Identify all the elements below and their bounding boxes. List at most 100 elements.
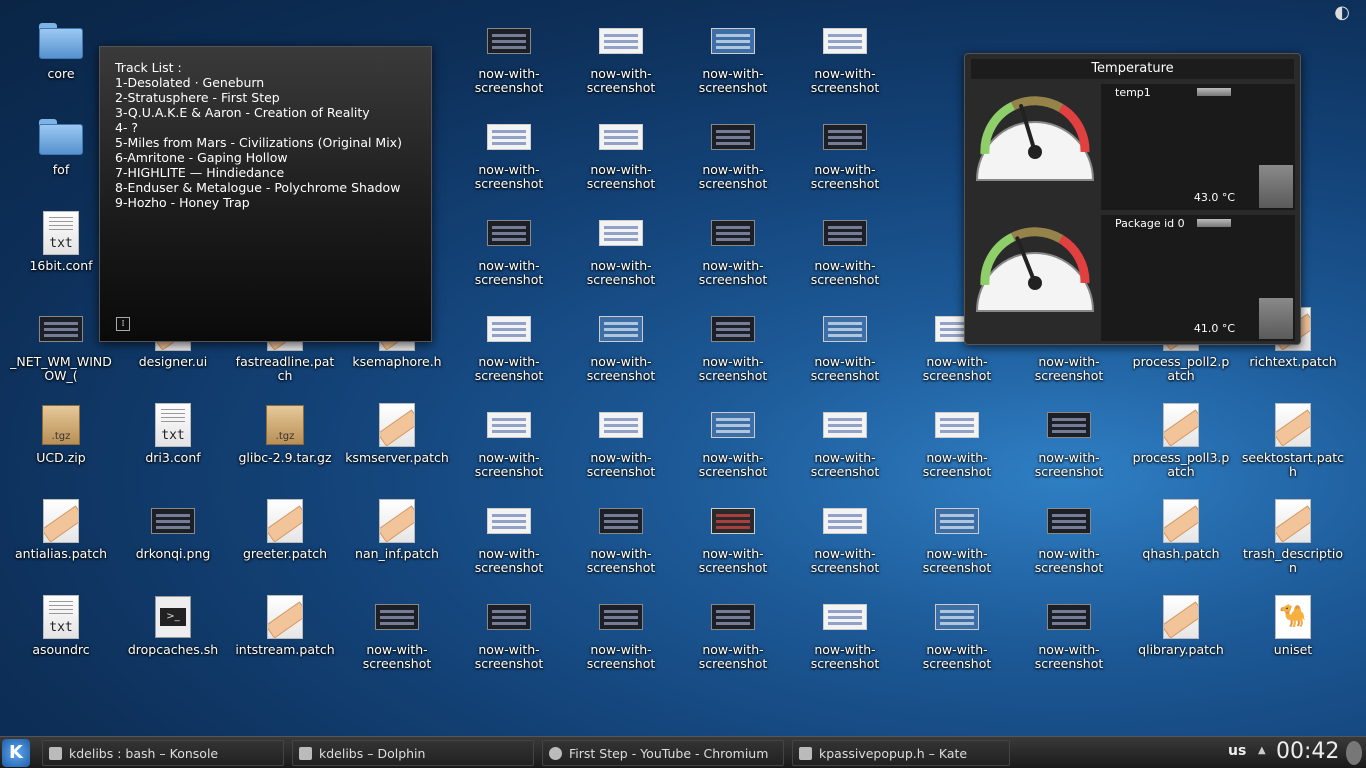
desktop-icon[interactable]: .tgz glibc-2.9.tar.gz bbox=[229, 391, 341, 487]
desktop-icon-label: now-with-screenshot bbox=[810, 66, 880, 95]
desktop-icon[interactable]: process_poll3.patch bbox=[1125, 391, 1237, 487]
screenshot-thumbnail-icon bbox=[823, 499, 867, 543]
sensor-value: 43.0 °C bbox=[1193, 191, 1235, 204]
desktop-icon[interactable]: now-with-screenshot bbox=[453, 391, 565, 487]
desktop-icon[interactable]: now-with-screenshot bbox=[901, 391, 1013, 487]
screenshot-thumbnail-icon bbox=[375, 595, 419, 639]
desktop-icon[interactable]: now-with-screenshot bbox=[565, 487, 677, 583]
screenshot-thumbnail-icon bbox=[599, 19, 643, 63]
kde-logo-icon[interactable]: K bbox=[2, 739, 30, 767]
desktop-icon-label: UCD.zip bbox=[36, 450, 86, 465]
patch-file-icon bbox=[1271, 499, 1315, 543]
desktop-icon-label: now-with-screenshot bbox=[698, 354, 768, 383]
desktop-icon-label: now-with-screenshot bbox=[474, 450, 544, 479]
patch-file-icon bbox=[1159, 499, 1203, 543]
desktop-icon-label: qlibrary.patch bbox=[1138, 642, 1224, 657]
desktop-icon[interactable]: intstream.patch bbox=[229, 583, 341, 679]
desktop-icon[interactable]: qhash.patch bbox=[1125, 487, 1237, 583]
screenshot-thumbnail-icon bbox=[711, 595, 755, 639]
desktop-icon[interactable]: now-with-screenshot bbox=[453, 295, 565, 391]
desktop-icon[interactable]: now-with-screenshot bbox=[789, 391, 901, 487]
desktop-icon[interactable]: .tgz UCD.zip bbox=[5, 391, 117, 487]
desktop-icon[interactable]: drkonqi.png bbox=[117, 487, 229, 583]
desktop-icon-label: fastreadline.patch bbox=[235, 354, 335, 383]
desktop-icon[interactable]: 🐪 uniset bbox=[1237, 583, 1349, 679]
desktop-icon[interactable]: now-with-screenshot bbox=[1013, 583, 1125, 679]
desktop-icon[interactable]: now-with-screenshot bbox=[565, 391, 677, 487]
desktop-icon[interactable]: now-with-screenshot bbox=[565, 199, 677, 295]
patch-file-icon bbox=[375, 403, 419, 447]
screenshot-thumbnail-icon bbox=[935, 595, 979, 639]
desktop-icon[interactable]: now-with-screenshot bbox=[901, 487, 1013, 583]
desktop-icon[interactable]: now-with-screenshot bbox=[789, 583, 901, 679]
desktop-icon[interactable]: now-with-screenshot bbox=[453, 487, 565, 583]
desktop-icon[interactable]: greeter.patch bbox=[229, 487, 341, 583]
desktop-icon[interactable]: txt asoundrc bbox=[5, 583, 117, 679]
clock[interactable]: 00:42 bbox=[1276, 739, 1339, 764]
track-item: 9-Hozho - Honey Trap bbox=[115, 195, 250, 210]
desktop-icon[interactable]: now-with-screenshot bbox=[677, 391, 789, 487]
desktop-icon[interactable]: now-with-screenshot bbox=[789, 487, 901, 583]
desktop-icon[interactable]: now-with-screenshot bbox=[789, 295, 901, 391]
desktop-icon-label: asoundrc bbox=[32, 642, 90, 657]
task-konsole[interactable]: kdelibs : bash – Konsole bbox=[42, 740, 284, 766]
screenshot-thumbnail-icon bbox=[599, 499, 643, 543]
sensor-0: temp1 43.0 °C bbox=[971, 84, 1296, 212]
sensor-history-fill bbox=[1259, 165, 1293, 208]
desktop-icon-label: seektostart.patch bbox=[1241, 450, 1345, 479]
desktop-icon[interactable]: qlibrary.patch bbox=[1125, 583, 1237, 679]
track-item: 5-Miles from Mars - Civilizations (Origi… bbox=[115, 135, 402, 150]
task-label: kdelibs : bash – Konsole bbox=[69, 746, 219, 761]
desktop-icon[interactable]: now-with-screenshot bbox=[453, 7, 565, 103]
desktop-icon-label: ksemaphore.h bbox=[352, 354, 442, 369]
desktop-icon[interactable]: now-with-screenshot bbox=[789, 199, 901, 295]
folder-icon bbox=[39, 19, 83, 63]
desktop-icon[interactable]: now-with-screenshot bbox=[1013, 487, 1125, 583]
desktop-icon[interactable]: antialias.patch bbox=[5, 487, 117, 583]
desktop-icon[interactable]: now-with-screenshot bbox=[789, 7, 901, 103]
desktop-icon[interactable]: trash_description bbox=[1237, 487, 1349, 583]
device-notifier-icon[interactable] bbox=[1346, 741, 1362, 765]
desktop-icon[interactable]: now-with-screenshot bbox=[565, 103, 677, 199]
task-label: kdelibs – Dolphin bbox=[319, 746, 426, 761]
desktop-icon-label: dri3.conf bbox=[145, 450, 201, 465]
desktop-icon[interactable]: now-with-screenshot bbox=[1013, 391, 1125, 487]
desktop-icon[interactable]: now-with-screenshot bbox=[453, 103, 565, 199]
desktop-icon[interactable]: nan_inf.patch bbox=[341, 487, 453, 583]
desktop-icon[interactable]: now-with-screenshot bbox=[677, 487, 789, 583]
desktop-icon-label: intstream.patch bbox=[235, 642, 335, 657]
tray-expand-icon[interactable]: ▲ bbox=[1258, 745, 1266, 756]
track-item: 3-Q.U.A.K.E & Aaron - Creation of Realit… bbox=[115, 105, 370, 120]
desktop-icon[interactable]: now-with-screenshot bbox=[677, 295, 789, 391]
desktop-icon[interactable]: now-with-screenshot bbox=[565, 295, 677, 391]
screenshot-thumbnail-icon bbox=[39, 307, 83, 351]
desktop-icon-label: process_poll2.patch bbox=[1132, 354, 1230, 383]
task-dolphin[interactable]: kdelibs – Dolphin bbox=[292, 740, 534, 766]
desktop-icon-label: now-with-screenshot bbox=[810, 354, 880, 383]
desktop-icon[interactable]: now-with-screenshot bbox=[565, 7, 677, 103]
desktop-toolbox-icon[interactable]: ◐ bbox=[1334, 2, 1350, 23]
desktop-icon[interactable]: now-with-screenshot bbox=[453, 199, 565, 295]
desktop-icon[interactable]: now-with-screenshot bbox=[677, 103, 789, 199]
desktop-icon[interactable]: now-with-screenshot bbox=[901, 583, 1013, 679]
desktop-icon[interactable]: ksmserver.patch bbox=[341, 391, 453, 487]
keyboard-layout-indicator[interactable]: us bbox=[1228, 743, 1246, 759]
desktop-icon[interactable]: >_ dropcaches.sh bbox=[117, 583, 229, 679]
task-kate[interactable]: kpassivepopup.h – Kate bbox=[792, 740, 1010, 766]
track-item: 4- ? bbox=[115, 120, 139, 135]
desktop-icon[interactable]: now-with-screenshot bbox=[677, 583, 789, 679]
screenshot-thumbnail-icon bbox=[487, 211, 531, 255]
desktop-icon[interactable]: now-with-screenshot bbox=[677, 7, 789, 103]
desktop-icon[interactable]: now-with-screenshot bbox=[341, 583, 453, 679]
desktop-icon-label: now-with-screenshot bbox=[922, 546, 992, 575]
desktop-icon[interactable]: now-with-screenshot bbox=[789, 103, 901, 199]
desktop-icon[interactable]: now-with-screenshot bbox=[565, 583, 677, 679]
resize-handle-icon[interactable]: ⁞ bbox=[116, 317, 130, 331]
screenshot-thumbnail-icon bbox=[711, 115, 755, 159]
desktop-icon-label: _NET_WM_WINDOW_( bbox=[10, 354, 112, 383]
desktop-icon[interactable]: now-with-screenshot bbox=[453, 583, 565, 679]
desktop-icon[interactable]: txt dri3.conf bbox=[117, 391, 229, 487]
desktop-icon[interactable]: now-with-screenshot bbox=[677, 199, 789, 295]
desktop-icon[interactable]: seektostart.patch bbox=[1237, 391, 1349, 487]
task-chromium[interactable]: First Step - YouTube - Chromium bbox=[542, 740, 784, 766]
